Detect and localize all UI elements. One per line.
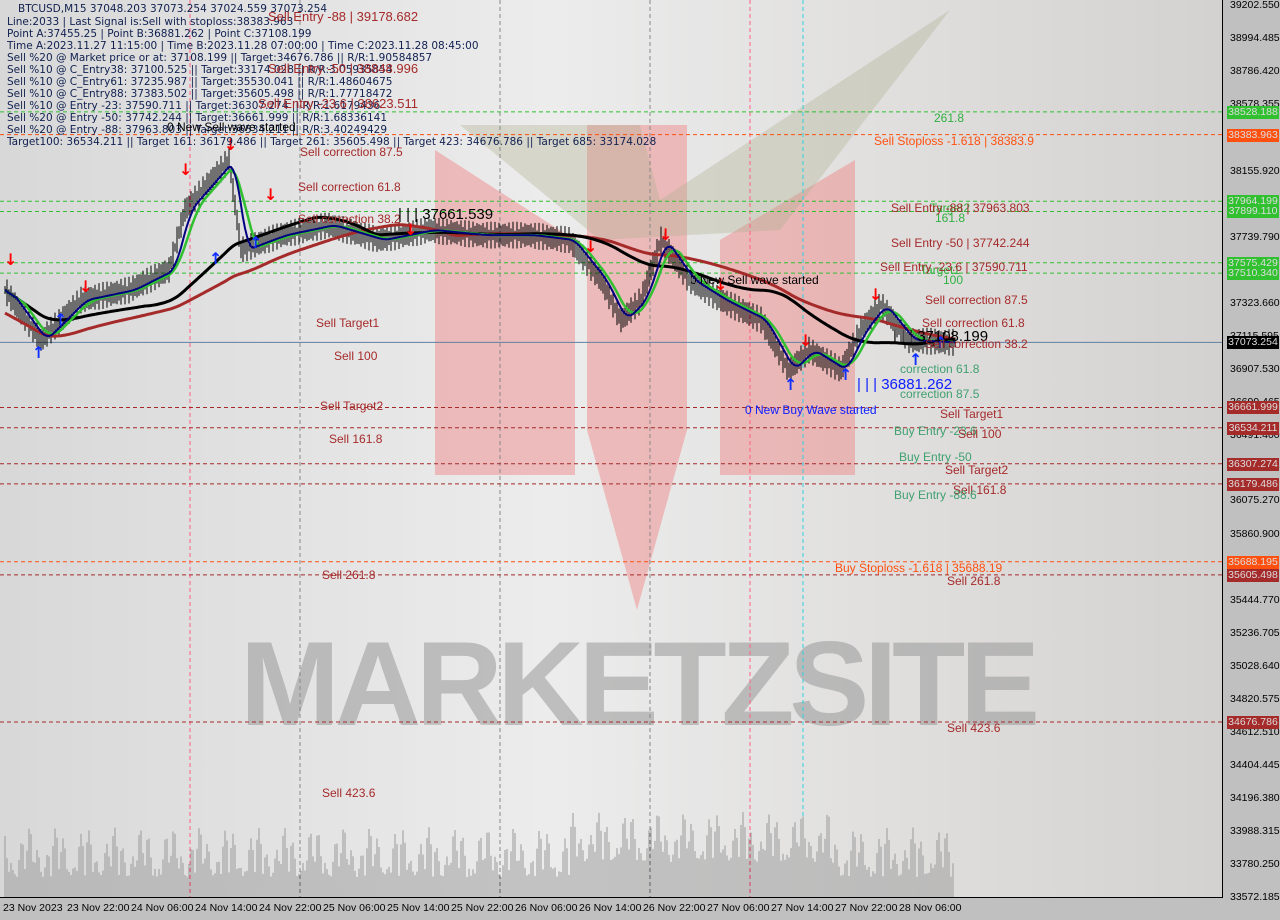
time-tick-label: 26 Nov 06:00	[515, 902, 578, 914]
sell-arrow-icon: ↓	[869, 285, 882, 304]
annotation: Sell Target2	[945, 463, 1009, 477]
price-level-tag: 35605.498	[1227, 568, 1279, 582]
price-level-tag: 34676.786	[1227, 716, 1279, 729]
price-tick-label: 33572.185	[1230, 891, 1280, 903]
annotation: 0 New Sell wave started	[167, 120, 296, 134]
price-tick-label: 37739.790	[1230, 230, 1280, 243]
time-tick-label: 27 Nov 14:00	[771, 902, 834, 914]
buy-arrow-icon: ↑	[209, 249, 222, 268]
annotation: Sell Entry -23.6 | 38623.511	[258, 96, 418, 111]
time-tick-label: 25 Nov 22:00	[451, 902, 514, 914]
buy-arrow-icon: ↑	[249, 233, 262, 252]
sell-arrow-icon: ↓	[584, 237, 597, 256]
price-tick-label: 34404.445	[1230, 759, 1280, 772]
price-tick-label: 37323.660	[1230, 296, 1280, 309]
price-tick-label: 39202.550	[1230, 0, 1280, 11]
price-level-tag: 38383.963	[1227, 128, 1279, 142]
current-price-tag: 37073.254	[1227, 336, 1279, 350]
price-level-tag: 37510.340	[1227, 267, 1279, 281]
sell-arrow-icon: ↓	[179, 160, 192, 179]
price-level-tag: 36179.486	[1227, 477, 1279, 491]
annotation: 0 New Buy Wave started	[745, 403, 877, 417]
annotation: Buy Entry -88.6	[894, 488, 977, 502]
point-a-label: | | | 37661.539	[398, 206, 494, 223]
price-tick-label: 38994.485	[1230, 31, 1280, 44]
annotation: Sell 161.8	[329, 432, 383, 446]
buy-arrow-icon: ↑	[54, 310, 67, 329]
time-tick-label: 27 Nov 22:00	[835, 902, 898, 914]
watermark-logo	[460, 10, 950, 240]
time-tick-label: 24 Nov 14:00	[195, 902, 258, 914]
annotation: Sell Target1	[316, 316, 380, 330]
sell-arrow-icon: ↓	[79, 277, 92, 296]
time-tick-label: 26 Nov 22:00	[643, 902, 706, 914]
price-tick-label: 36907.530	[1230, 362, 1280, 375]
annotation: Buy Entry -50	[899, 450, 972, 464]
price-tick-label: 33988.315	[1230, 825, 1280, 838]
price-tick-label: 38155.920	[1230, 164, 1280, 177]
annotation: Sell 261.8	[322, 568, 376, 582]
annotation: 0 New Sell wave started	[690, 273, 819, 287]
annotation: Sell correction 87.5	[300, 145, 403, 159]
annotation: Sell Entry -50 | 37742.244	[891, 236, 1030, 250]
time-tick-label: 24 Nov 06:00	[131, 902, 194, 914]
annotation: 261.8	[934, 111, 965, 125]
annotation: Sell correction 38.2	[298, 212, 401, 226]
buy-arrow-icon: ↑	[784, 375, 797, 394]
annotation: 100	[943, 273, 964, 287]
annotation: Sell correction 61.8	[298, 180, 401, 194]
price-tick-label: 34196.380	[1230, 792, 1280, 805]
annotation: Sell Stoploss -1.618 | 38383.9	[874, 134, 1034, 148]
time-tick-label: 26 Nov 14:00	[579, 902, 642, 914]
price-tick-label: 35236.705	[1230, 627, 1280, 640]
annotation: correction 61.8	[900, 362, 980, 376]
price-tick-label: 35444.770	[1230, 594, 1280, 607]
price-level-tag: 35688.195	[1227, 555, 1279, 569]
time-tick-label: 28 Nov 06:00	[899, 902, 962, 914]
price-axis[interactable]: 39202.550 38994.485 38786.420 38578.355 3815…	[1223, 0, 1280, 903]
annotation: Sell Entry -88 | 37963.803	[891, 201, 1030, 215]
time-tick-label: 23 Nov 2023	[3, 902, 63, 914]
annotation: Sell Target1	[940, 407, 1004, 421]
price-tick-label: 35860.900	[1230, 528, 1280, 541]
annotation: Sell correction 87.5	[925, 293, 1028, 307]
time-tick-label: 25 Nov 06:00	[323, 902, 386, 914]
annotation: Sell correction 38.2	[925, 337, 1028, 351]
price-level-tag: 38528.188	[1227, 105, 1279, 119]
time-tick-label: 24 Nov 22:00	[259, 902, 322, 914]
annotation: Sell Target2	[320, 399, 384, 413]
annotation: Sell Entry -50 | 38848.996	[268, 61, 419, 76]
time-tick-label: 23 Nov 22:00	[67, 902, 130, 914]
price-level-tag: 36534.211	[1227, 421, 1279, 435]
chart-plot-area[interactable]: MARKETZSITE ↓ ↓ ↓ ↓ ↓ ↓ ↓ ↓ ↓ ↓ ↓ ↑ ↑ ↑ ↑ ↑ ↑ ↑ ↑ BTCUSD,M1…	[0, 0, 1223, 898]
sell-arrow-icon: ↓	[264, 185, 277, 204]
price-level-tag: 37899.110	[1227, 205, 1279, 219]
annotation: Sell 100	[334, 349, 378, 363]
price-tick-label: 34820.575	[1230, 693, 1280, 706]
annotation: Sell 261.8	[947, 574, 1001, 588]
buy-arrow-icon: ↑	[32, 343, 45, 362]
sell-arrow-icon: ↓	[799, 331, 812, 350]
annotation: Sell 423.6	[947, 721, 1001, 735]
price-tick-label: 36075.270	[1230, 494, 1280, 507]
price-tick-label: 33780.250	[1230, 858, 1280, 871]
annotation: Sell 100	[958, 427, 1002, 441]
annotation: Buy Stoploss -1.618 | 35688.19	[835, 561, 1003, 575]
price-level-tag: 36661.999	[1227, 401, 1279, 415]
price-tick-label: 38786.420	[1230, 64, 1280, 77]
price-tick-label: 35028.640	[1230, 660, 1280, 673]
annotation: Sell Entry -23.6 | 37590.711	[880, 260, 1028, 274]
annotation: correction 87.5	[900, 387, 980, 401]
annotation: Sell 423.6	[322, 786, 376, 800]
time-tick-label: 27 Nov 06:00	[707, 902, 770, 914]
price-level-tag: 36307.274	[1227, 457, 1279, 471]
sell-arrow-icon: ↓	[4, 250, 17, 269]
annotation: Sell Entry -88 | 39178.682	[268, 9, 419, 24]
sell-arrow-icon: ↓	[659, 225, 672, 244]
buy-arrow-icon: ↑	[839, 365, 852, 384]
watermark-text: MARKETZSITE	[240, 617, 1040, 751]
time-tick-label: 25 Nov 14:00	[387, 902, 450, 914]
